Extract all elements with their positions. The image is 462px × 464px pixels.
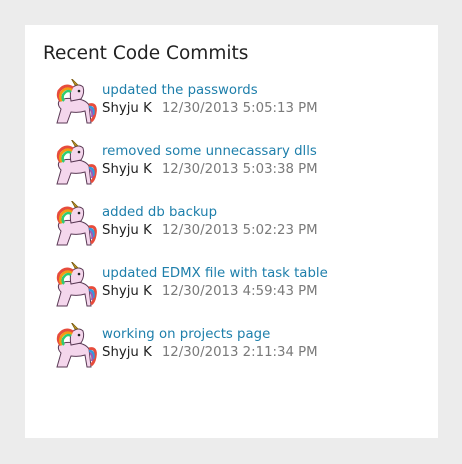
unicorn-avatar-icon bbox=[56, 201, 97, 246]
commit-meta: Shyju K 12/30/2013 2:11:34 PM bbox=[102, 344, 420, 362]
unicorn-avatar-icon bbox=[56, 79, 97, 124]
commit-list: updated the passwords Shyju K 12/30/2013 … bbox=[43, 78, 420, 383]
commit-author: Shyju K bbox=[102, 162, 152, 177]
commit-timestamp: 12/30/2013 5:03:38 PM bbox=[161, 162, 318, 177]
commit-item: working on projects page Shyju K 12/30/20… bbox=[43, 322, 420, 383]
commit-message-link[interactable]: working on projects page bbox=[102, 322, 420, 344]
recent-commits-panel: Recent Code Commits updated the password… bbox=[25, 25, 438, 438]
commit-timestamp: 12/30/2013 2:11:34 PM bbox=[161, 345, 318, 360]
commit-item: updated EDMX file with task table Shyju … bbox=[43, 261, 420, 322]
commit-meta: Shyju K 12/30/2013 4:59:43 PM bbox=[102, 283, 420, 301]
commit-message-link[interactable]: updated EDMX file with task table bbox=[102, 261, 420, 283]
commit-message-link[interactable]: removed some unnecassary dlls bbox=[102, 139, 420, 161]
commit-message-link[interactable]: updated the passwords bbox=[102, 78, 420, 100]
panel-title: Recent Code Commits bbox=[43, 43, 249, 64]
commit-meta: Shyju K 12/30/2013 5:05:13 PM bbox=[102, 100, 420, 118]
unicorn-avatar-icon bbox=[56, 323, 97, 368]
commit-timestamp: 12/30/2013 5:02:23 PM bbox=[161, 223, 318, 238]
commit-author: Shyju K bbox=[102, 284, 152, 299]
commit-item: updated the passwords Shyju K 12/30/2013 … bbox=[43, 78, 420, 139]
commit-message-link[interactable]: added db backup bbox=[102, 200, 420, 222]
commit-item: removed some unnecassary dlls Shyju K 12/… bbox=[43, 139, 420, 200]
commit-author: Shyju K bbox=[102, 345, 152, 360]
commit-item: added db backup Shyju K 12/30/2013 5:02:2… bbox=[43, 200, 420, 261]
commit-meta: Shyju K 12/30/2013 5:02:23 PM bbox=[102, 222, 420, 240]
unicorn-avatar-icon bbox=[56, 140, 97, 185]
commit-meta: Shyju K 12/30/2013 5:03:38 PM bbox=[102, 161, 420, 179]
commit-timestamp: 12/30/2013 5:05:13 PM bbox=[161, 101, 318, 116]
commit-author: Shyju K bbox=[102, 223, 152, 238]
unicorn-avatar-icon bbox=[56, 262, 97, 307]
commit-author: Shyju K bbox=[102, 101, 152, 116]
commit-timestamp: 12/30/2013 4:59:43 PM bbox=[161, 284, 318, 299]
